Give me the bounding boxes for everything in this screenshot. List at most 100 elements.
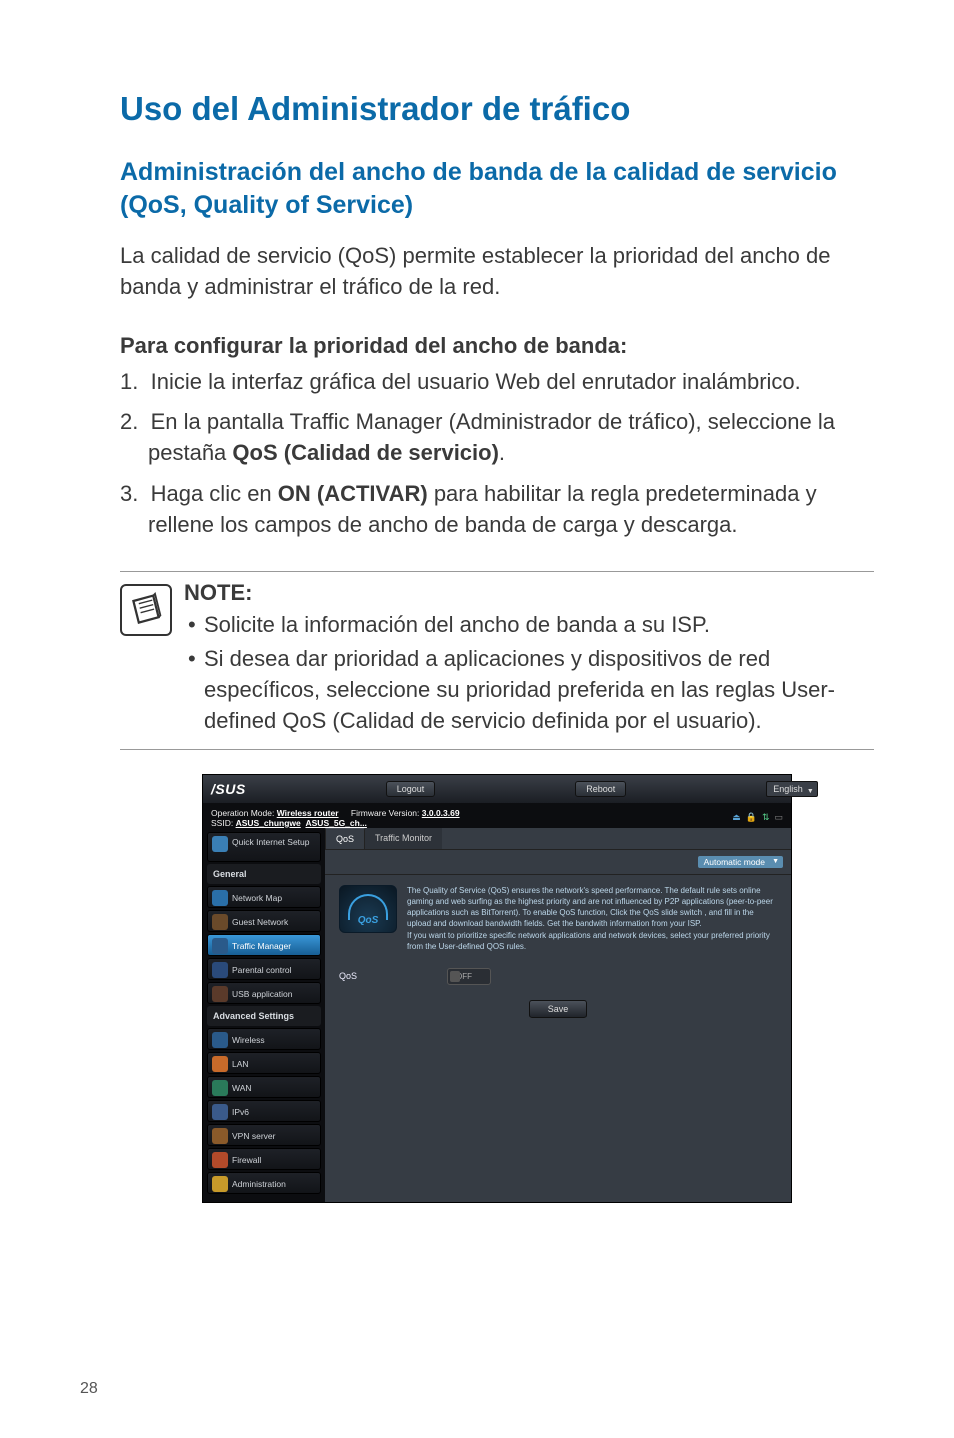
wifi-icon: ⇅ (762, 812, 770, 823)
ssid-1[interactable]: ASUS_chungwe (236, 818, 301, 828)
note-label: NOTE: (184, 580, 874, 606)
gauge-icon (212, 938, 228, 954)
tab-qos[interactable]: QoS (325, 828, 365, 849)
step-bold: ON (ACTIVAR) (278, 481, 428, 506)
qos-content: QoS The Quality of Service (QoS) ensures… (325, 875, 791, 1026)
reboot-button[interactable]: Reboot (575, 781, 626, 797)
device-icon: ▭ (774, 812, 783, 823)
usb-icon: ⏏ (732, 812, 741, 823)
step-number: 2. (120, 409, 138, 434)
step-number: 1. (120, 369, 138, 394)
sidebar-item-label: WAN (232, 1083, 252, 1093)
shield-icon (212, 962, 228, 978)
note-icon (120, 584, 172, 636)
sidebar-item-network-map[interactable]: Network Map (207, 886, 321, 908)
lock-icon: 🔒 (746, 812, 757, 823)
sidebar-item-wireless[interactable]: Wireless (207, 1028, 321, 1050)
usb-icon (212, 986, 228, 1002)
intro-paragraph: La calidad de servicio (QoS) permite est… (120, 241, 874, 303)
tab-traffic-monitor[interactable]: Traffic Monitor (365, 828, 442, 849)
qos-toggle-row: QoS OFF (339, 968, 777, 985)
sidebar-item-parental-control[interactable]: Parental control (207, 958, 321, 980)
people-icon (212, 914, 228, 930)
sidebar-item-label: Firewall (232, 1155, 261, 1165)
ssid-2[interactable]: ASUS_5G_ch... (306, 818, 367, 828)
wireless-icon (212, 1032, 228, 1048)
sidebar-item-label: Wireless (232, 1035, 265, 1045)
steps-heading: Para configurar la prioridad del ancho d… (120, 333, 874, 359)
sidebar-item-wan[interactable]: WAN (207, 1076, 321, 1098)
op-mode-label: Operation Mode: (211, 808, 274, 818)
sidebar-item-label: Parental control (232, 965, 292, 975)
admin-icon (212, 1176, 228, 1192)
status-icons: ⏏ 🔒 ⇅ ▭ (732, 812, 783, 823)
router-screenshot: /SUS Logout Reboot English Operation Mod… (202, 774, 792, 1203)
ipv6-icon (212, 1104, 228, 1120)
vpn-icon (212, 1128, 228, 1144)
gear-icon (212, 836, 228, 852)
steps-list: 1. Inicie la interfaz gráfica del usuari… (120, 367, 874, 541)
op-mode-value[interactable]: Wireless router (277, 808, 339, 818)
step-text: . (499, 440, 505, 465)
step-text: Inicie la interfaz gráfica del usuario W… (151, 369, 801, 394)
page-title: Uso del Administrador de tráfico (120, 90, 874, 128)
notepad-icon (128, 592, 164, 628)
step-text: Haga clic en (151, 481, 278, 506)
gauge-label: QoS (340, 914, 396, 928)
step-2: 2. En la pantalla Traffic Manager (Admin… (120, 407, 874, 469)
step-3: 3. Haga clic en ON (ACTIVAR) para habili… (120, 479, 874, 541)
mode-select[interactable]: Automatic mode (698, 856, 783, 868)
step-bold: QoS (Calidad de servicio) (232, 440, 499, 465)
section-subtitle: Administración del ancho de banda de la … (120, 156, 874, 221)
sidebar-item-label: Administration (232, 1179, 286, 1189)
sidebar-item-firewall[interactable]: Firewall (207, 1148, 321, 1170)
router-info-bar: Operation Mode: Wireless router Firmware… (203, 803, 791, 828)
sidebar-item-vpn-server[interactable]: VPN server (207, 1124, 321, 1146)
tab-row: QoS Traffic Monitor (325, 828, 791, 850)
sidebar-item-label: Guest Network (232, 917, 288, 927)
sidebar: Quick Internet Setup General Network Map… (203, 828, 325, 1202)
step-1: 1. Inicie la interfaz gráfica del usuari… (120, 367, 874, 398)
note-item: Si desea dar prioridad a aplicaciones y … (184, 644, 874, 736)
fw-label: Firmware Version: (351, 808, 420, 818)
main-area: QoS Traffic Monitor Automatic mode QoS T… (325, 828, 791, 1202)
sidebar-item-traffic-manager[interactable]: Traffic Manager (207, 934, 321, 956)
sidebar-item-label: Traffic Manager (232, 941, 291, 951)
sidebar-item-label: IPv6 (232, 1107, 249, 1117)
fw-value[interactable]: 3.0.0.3.69 (422, 808, 460, 818)
note-block: NOTE: Solicite la información del ancho … (120, 571, 874, 750)
globe-icon (212, 890, 228, 906)
sidebar-item-label: Network Map (232, 893, 282, 903)
firewall-icon (212, 1152, 228, 1168)
sidebar-item-label: USB application (232, 989, 292, 999)
sidebar-section-advanced: Advanced Settings (207, 1006, 321, 1026)
sidebar-item-lan[interactable]: LAN (207, 1052, 321, 1074)
sidebar-section-general: General (207, 864, 321, 884)
mode-row: Automatic mode (325, 850, 791, 875)
sidebar-quick-setup[interactable]: Quick Internet Setup (207, 832, 321, 862)
page-number: 28 (80, 1380, 98, 1398)
sidebar-item-usb-application[interactable]: USB application (207, 982, 321, 1004)
save-button[interactable]: Save (529, 1000, 588, 1018)
ssid-label: SSID: (211, 818, 233, 828)
qos-toggle[interactable]: OFF (447, 968, 491, 985)
sidebar-item-administration[interactable]: Administration (207, 1172, 321, 1194)
lan-icon (212, 1056, 228, 1072)
asus-logo: /SUS (211, 781, 246, 797)
wan-icon (212, 1080, 228, 1096)
sidebar-item-label: VPN server (232, 1131, 275, 1141)
qos-gauge-graphic: QoS (339, 885, 397, 933)
sidebar-label: Quick Internet Setup (232, 837, 310, 847)
logout-button[interactable]: Logout (386, 781, 436, 797)
sidebar-item-guest-network[interactable]: Guest Network (207, 910, 321, 932)
qos-description: The Quality of Service (QoS) ensures the… (407, 885, 777, 952)
router-header: /SUS Logout Reboot English (203, 775, 791, 803)
note-content: NOTE: Solicite la información del ancho … (184, 580, 874, 741)
sidebar-item-label: LAN (232, 1059, 249, 1069)
qos-field-label: QoS (339, 970, 357, 983)
sidebar-item-ipv6[interactable]: IPv6 (207, 1100, 321, 1122)
language-select[interactable]: English (766, 781, 818, 797)
step-number: 3. (120, 481, 138, 506)
note-list: Solicite la información del ancho de ban… (184, 610, 874, 737)
note-item: Solicite la información del ancho de ban… (184, 610, 874, 641)
